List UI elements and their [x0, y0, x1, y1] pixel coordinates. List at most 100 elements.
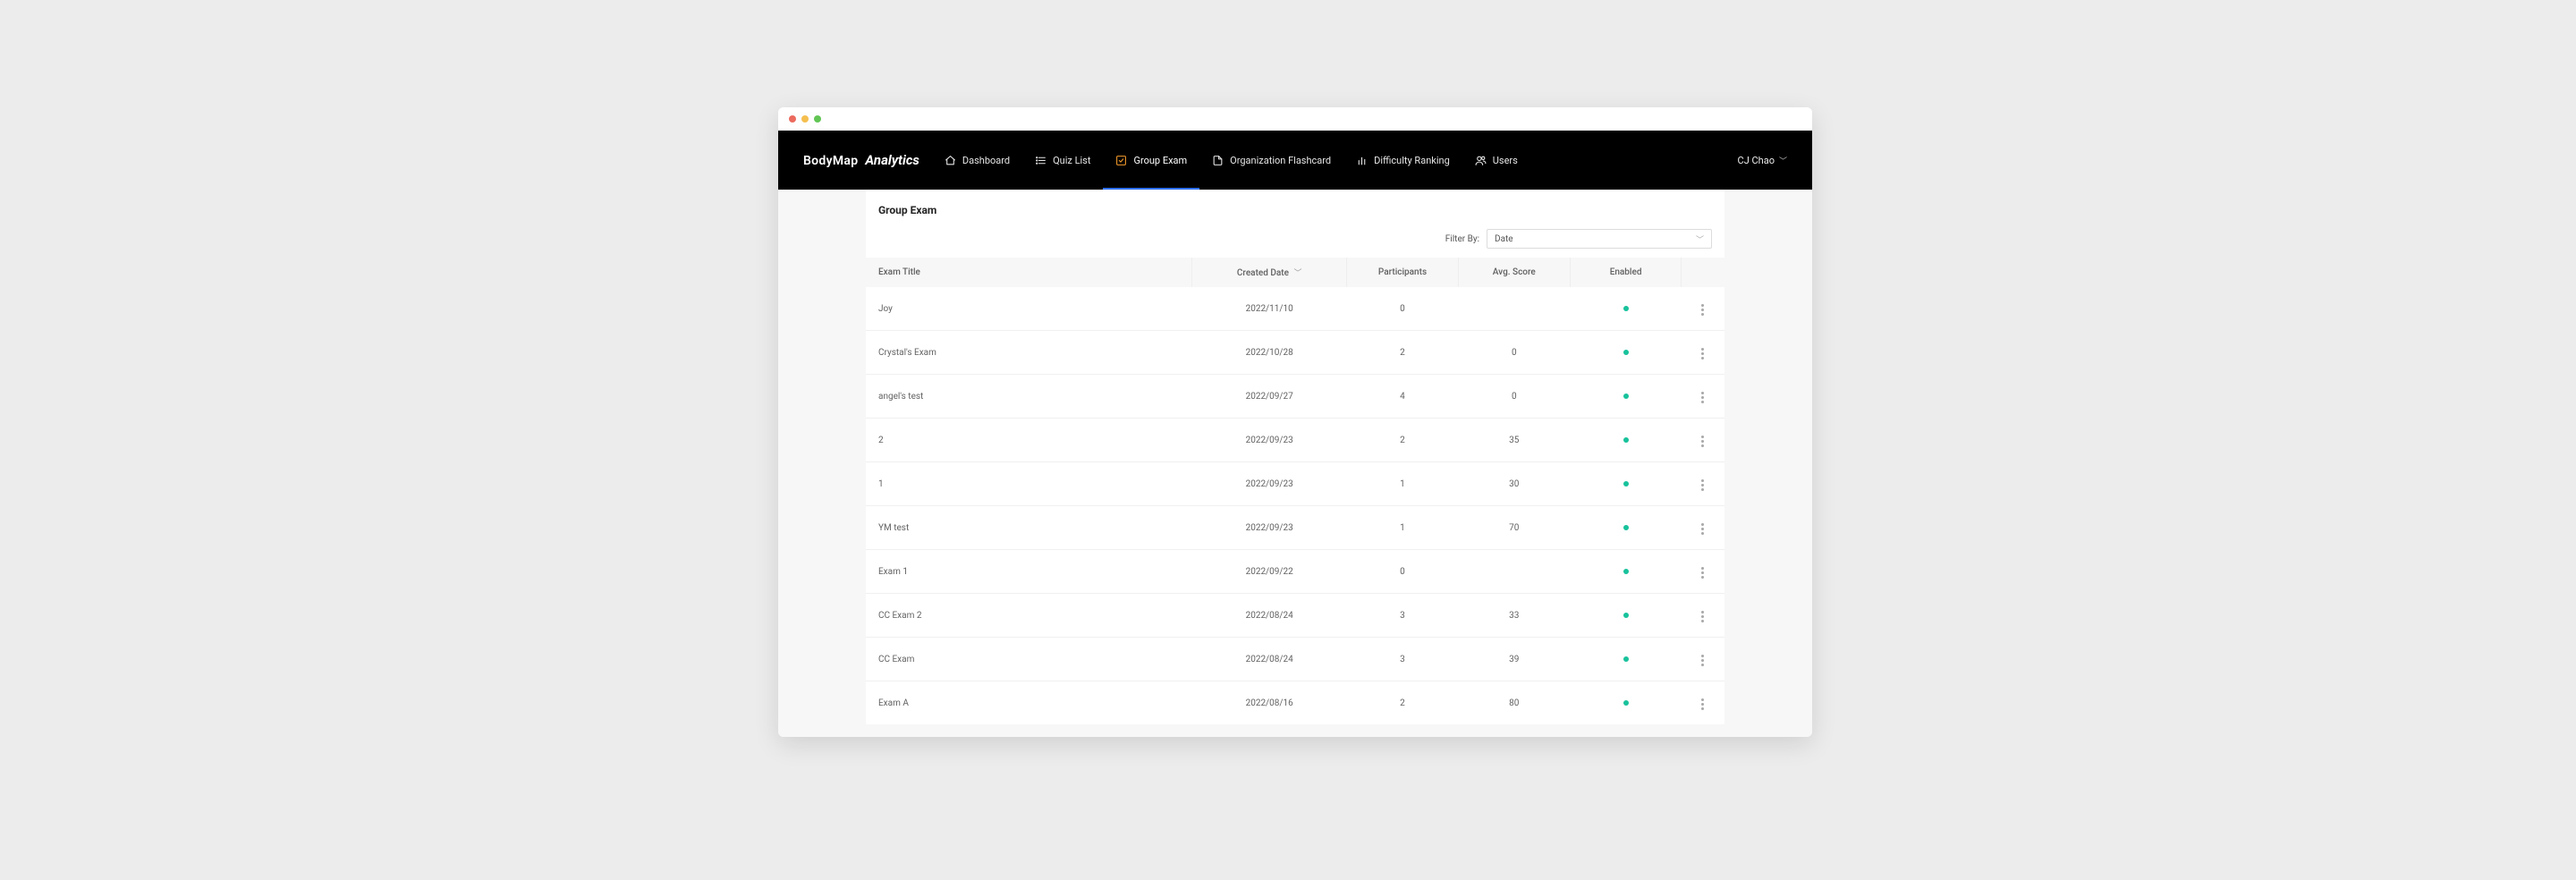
- nav-item-users[interactable]: Users: [1462, 131, 1530, 190]
- row-menu-button[interactable]: [1698, 609, 1707, 624]
- enabled-dot-icon: [1623, 350, 1629, 355]
- cell-actions: [1682, 287, 1724, 331]
- cell-exam-title: 1: [866, 462, 1192, 506]
- nav-item-difficulty-ranking[interactable]: Difficulty Ranking: [1343, 131, 1462, 190]
- table-row[interactable]: 12022/09/23130: [866, 462, 1724, 506]
- cell-created-date: 2022/08/24: [1192, 594, 1347, 638]
- cell-participants: 2: [1347, 419, 1459, 462]
- cell-created-date: 2022/09/23: [1192, 462, 1347, 506]
- nav-items: Dashboard Quiz List Group Exam Organization…: [932, 131, 1530, 190]
- cell-exam-title: CC Exam 2: [866, 594, 1192, 638]
- col-exam-title[interactable]: Exam Title: [866, 258, 1192, 287]
- col-avg-score[interactable]: Avg. Score: [1458, 258, 1570, 287]
- list-icon: [1035, 155, 1046, 166]
- brand-name: BodyMap: [803, 154, 858, 168]
- table-row[interactable]: YM test2022/09/23170: [866, 506, 1724, 550]
- filter-selected-value: Date: [1495, 234, 1513, 244]
- nav-item-quiz-list[interactable]: Quiz List: [1022, 131, 1103, 190]
- user-menu[interactable]: CJ Chao ﹀: [1738, 155, 1787, 166]
- enabled-dot-icon: [1623, 613, 1629, 618]
- col-label: Exam Title: [878, 267, 920, 277]
- nav-item-organization-flashcard[interactable]: Organization Flashcard: [1199, 131, 1343, 190]
- row-menu-button[interactable]: [1698, 697, 1707, 712]
- nav-label: Dashboard: [962, 155, 1010, 166]
- chart-icon: [1356, 155, 1368, 166]
- col-participants[interactable]: Participants: [1347, 258, 1459, 287]
- col-created-date[interactable]: Created Date ﹀: [1192, 258, 1347, 287]
- enabled-dot-icon: [1623, 481, 1629, 487]
- cell-exam-title: YM test: [866, 506, 1192, 550]
- enabled-dot-icon: [1623, 569, 1629, 574]
- cell-exam-title: Exam A: [866, 681, 1192, 725]
- nav-item-group-exam[interactable]: Group Exam: [1103, 131, 1199, 190]
- cell-created-date: 2022/09/22: [1192, 550, 1347, 594]
- cell-avg-score: 0: [1458, 331, 1570, 375]
- nav-label: Group Exam: [1133, 155, 1187, 166]
- table-row[interactable]: CC Exam 22022/08/24333: [866, 594, 1724, 638]
- cell-created-date: 2022/09/27: [1192, 375, 1347, 419]
- cell-enabled: [1570, 594, 1682, 638]
- cell-actions: [1682, 638, 1724, 681]
- cell-actions: [1682, 331, 1724, 375]
- cell-created-date: 2022/08/16: [1192, 681, 1347, 725]
- cell-avg-score: [1458, 550, 1570, 594]
- window-zoom-icon[interactable]: [814, 115, 821, 123]
- table-row[interactable]: CC Exam2022/08/24339: [866, 638, 1724, 681]
- cell-exam-title: Exam 1: [866, 550, 1192, 594]
- cell-created-date: 2022/09/23: [1192, 506, 1347, 550]
- table-row[interactable]: Exam 12022/09/220: [866, 550, 1724, 594]
- cell-actions: [1682, 594, 1724, 638]
- nav-label: Difficulty Ranking: [1374, 155, 1450, 166]
- cell-participants: 3: [1347, 638, 1459, 681]
- sort-desc-icon: ﹀: [1294, 269, 1302, 278]
- cell-avg-score: 80: [1458, 681, 1570, 725]
- cell-enabled: [1570, 419, 1682, 462]
- cell-participants: 2: [1347, 331, 1459, 375]
- users-icon: [1475, 155, 1487, 166]
- row-menu-button[interactable]: [1698, 478, 1707, 493]
- cell-enabled: [1570, 462, 1682, 506]
- doc-icon: [1212, 155, 1224, 166]
- cell-actions: [1682, 550, 1724, 594]
- app-window: BodyMap Analytics DashboardQuiz ListGrou…: [778, 107, 1812, 737]
- brand: BodyMap Analytics: [803, 152, 919, 168]
- row-menu-button[interactable]: [1698, 653, 1707, 668]
- row-menu-button[interactable]: [1698, 390, 1707, 405]
- row-menu-button[interactable]: [1698, 521, 1707, 537]
- exam-table: Exam Title Created Date ﹀ Participants A…: [866, 258, 1724, 724]
- col-enabled[interactable]: Enabled: [1570, 258, 1682, 287]
- cell-participants: 2: [1347, 681, 1459, 725]
- col-label: Enabled: [1610, 267, 1642, 277]
- window-minimize-icon[interactable]: [801, 115, 809, 123]
- filter-select[interactable]: Date ﹀: [1487, 229, 1712, 249]
- table-row[interactable]: Exam A2022/08/16280: [866, 681, 1724, 725]
- cell-enabled: [1570, 550, 1682, 594]
- enabled-dot-icon: [1623, 437, 1629, 443]
- nav-label: Organization Flashcard: [1230, 155, 1331, 166]
- window-close-icon[interactable]: [789, 115, 796, 123]
- col-label: Participants: [1378, 267, 1427, 277]
- cell-actions: [1682, 506, 1724, 550]
- table-row[interactable]: angel's test2022/09/2740: [866, 375, 1724, 419]
- row-menu-button[interactable]: [1698, 565, 1707, 580]
- col-label: Avg. Score: [1493, 267, 1536, 277]
- row-menu-button[interactable]: [1698, 302, 1707, 317]
- cell-exam-title: 2: [866, 419, 1192, 462]
- col-label: Created Date: [1237, 268, 1289, 278]
- table-row[interactable]: Joy2022/11/100: [866, 287, 1724, 331]
- nav-label: Users: [1493, 155, 1518, 166]
- row-menu-button[interactable]: [1698, 434, 1707, 449]
- card: Group Exam Filter By: Date ﹀ Exam Title: [866, 190, 1724, 724]
- row-menu-button[interactable]: [1698, 346, 1707, 361]
- content-area: Group Exam Filter By: Date ﹀ Exam Title: [778, 190, 1812, 737]
- cell-avg-score: 70: [1458, 506, 1570, 550]
- chevron-down-icon: ﹀: [1696, 233, 1704, 245]
- table-row[interactable]: 22022/09/23235: [866, 419, 1724, 462]
- cell-avg-score: 35: [1458, 419, 1570, 462]
- nav-item-dashboard[interactable]: Dashboard: [932, 131, 1022, 190]
- enabled-dot-icon: [1623, 700, 1629, 706]
- cell-actions: [1682, 681, 1724, 725]
- table-row[interactable]: Crystal's Exam2022/10/2820: [866, 331, 1724, 375]
- cell-avg-score: 33: [1458, 594, 1570, 638]
- cell-participants: 4: [1347, 375, 1459, 419]
